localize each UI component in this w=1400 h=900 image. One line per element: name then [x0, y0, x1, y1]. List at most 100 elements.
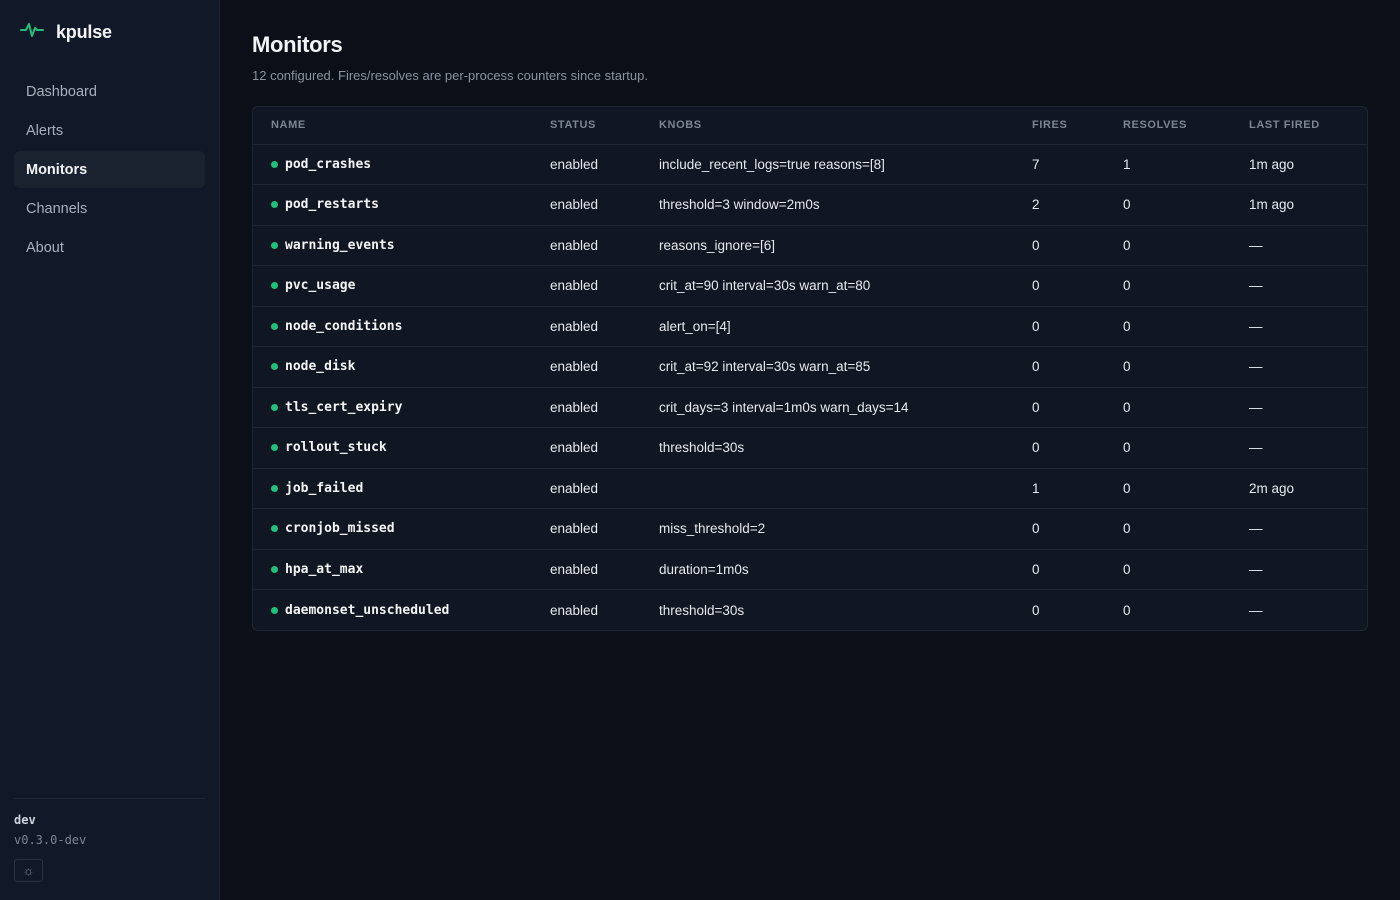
column-header-resolves[interactable]: RESOLVES	[1105, 107, 1231, 145]
sidebar-item-channels[interactable]: Channels	[14, 190, 205, 227]
column-header-status[interactable]: STATUS	[532, 107, 641, 145]
cell-fires: 0	[1014, 346, 1105, 388]
cell-status: enabled	[532, 265, 641, 307]
column-header-last-fired[interactable]: LAST FIRED	[1231, 107, 1367, 145]
cell-name: pod_restarts	[253, 184, 532, 226]
brand[interactable]: kpulse	[0, 0, 219, 64]
monitor-name-label: pvc_usage	[285, 278, 356, 294]
page-title: Monitors	[252, 32, 343, 57]
cell-last-fired: 1m ago	[1231, 144, 1367, 185]
table-row[interactable]: cronjob_missed enabled miss_threshold=2 0 0—	[253, 508, 1367, 550]
cell-resolves: 1	[1105, 144, 1231, 185]
environment-name: dev	[14, 813, 36, 827]
monitor-name: job_failed	[271, 481, 532, 496]
cell-resolves: 0	[1105, 549, 1231, 590]
cell-resolves: 0	[1105, 508, 1231, 550]
status-dot-icon	[271, 201, 278, 209]
cell-last-fired: 1m ago	[1231, 184, 1367, 226]
monitor-name-label: pod_crashes	[285, 156, 372, 172]
sidebar-item-alerts[interactable]: Alerts	[14, 112, 205, 149]
status-dot-icon	[271, 363, 278, 371]
monitor-name-label: rollout_stuck	[285, 440, 387, 456]
table-row[interactable]: node_disk enabled crit_at=92 interval=30s …	[253, 346, 1367, 388]
cell-knobs: crit_days=3 interval=1m0s warn_days=14	[641, 387, 1014, 428]
cell-status: enabled	[532, 225, 641, 266]
cell-name: daemonset_unscheduled	[253, 590, 532, 631]
monitors-table: NAME STATUS KNOBS FIRES RESOLVES LAST FI…	[253, 107, 1367, 631]
table-row[interactable]: warning_events enabled reasons_ignore=[6] 0…	[253, 225, 1367, 266]
sidebar-item-about[interactable]: About	[14, 229, 205, 266]
monitor-name-label: node_conditions	[285, 318, 403, 334]
cell-knobs: duration=1m0s	[641, 549, 1014, 590]
column-header-name[interactable]: NAME	[253, 107, 532, 145]
status-dot-icon	[271, 606, 278, 614]
cell-knobs: crit_at=90 interval=30s warn_at=80	[641, 265, 1014, 307]
monitor-name: warning_events	[271, 238, 532, 253]
cell-resolves: 0	[1105, 468, 1231, 509]
table-header: NAME STATUS KNOBS FIRES RESOLVES LAST FI…	[253, 107, 1367, 145]
cell-fires: 0	[1014, 508, 1105, 550]
cell-last-fired: —	[1231, 549, 1367, 590]
monitor-name-label: cronjob_missed	[285, 521, 395, 537]
cell-resolves: 0	[1105, 265, 1231, 307]
cell-name: warning_events	[253, 225, 532, 266]
pulse-logo-icon	[20, 20, 44, 45]
monitor-name: daemonset_unscheduled	[271, 603, 532, 618]
table-row[interactable]: pvc_usage enabled crit_at=90 interval=30s …	[253, 265, 1367, 307]
sidebar-item-dashboard[interactable]: Dashboard	[14, 73, 205, 110]
cell-knobs: threshold=30s	[641, 427, 1014, 469]
status-dot-icon	[271, 565, 278, 573]
theme-toggle-button[interactable]: ☼	[14, 859, 43, 882]
table-row[interactable]: tls_cert_expiry enabled crit_days=3 interv…	[253, 387, 1367, 428]
table-row[interactable]: rollout_stuck enabled threshold=30s 0 0—	[253, 427, 1367, 469]
monitor-name: hpa_at_max	[271, 562, 532, 577]
column-header-knobs[interactable]: KNOBS	[641, 107, 1014, 145]
sun-icon: ☼	[22, 863, 35, 878]
monitor-name-label: node_disk	[285, 359, 356, 375]
cell-status: enabled	[532, 184, 641, 226]
cell-knobs: crit_at=92 interval=30s warn_at=85	[641, 346, 1014, 388]
cell-knobs: alert_on=[4]	[641, 306, 1014, 347]
cell-status: enabled	[532, 306, 641, 347]
status-dot-icon	[271, 403, 278, 411]
cell-fires: 7	[1014, 144, 1105, 185]
cell-name: node_conditions	[253, 306, 532, 347]
status-dot-icon	[271, 160, 278, 168]
cell-knobs: include_recent_logs=true reasons=[8]	[641, 144, 1014, 185]
cell-last-fired: —	[1249, 602, 1263, 618]
cell-knobs: threshold=3 window=2m0s	[641, 184, 1014, 226]
app-root: kpulse Dashboard Alerts Monitors Channel…	[0, 0, 1400, 900]
cell-status: enabled	[532, 346, 641, 388]
status-dot-icon	[271, 241, 278, 249]
table-row[interactable]: job_failed enabled 1 0 2m ago	[253, 468, 1367, 509]
monitor-name: node_conditions	[271, 319, 532, 334]
table-row[interactable]: daemonset_unscheduled enabled threshold=30…	[253, 590, 1367, 631]
table-row[interactable]: pod_crashes enabled include_recent_logs=tr…	[253, 144, 1367, 185]
cell-status: enabled	[532, 387, 641, 428]
cell-status: enabled	[532, 549, 641, 590]
cell-last-fired: —	[1231, 306, 1367, 347]
cell-name: hpa_at_max	[253, 549, 532, 590]
cell-status: enabled	[532, 468, 641, 509]
monitor-name-label: daemonset_unscheduled	[285, 602, 450, 618]
cell-knobs: threshold=30s	[659, 602, 745, 618]
table-body: pod_crashes enabled include_recent_logs=tr…	[253, 144, 1367, 631]
cell-name: node_disk	[253, 346, 532, 388]
monitor-name: tls_cert_expiry	[271, 400, 532, 415]
sidebar-footer: dev v0.3.0-dev ☼	[14, 798, 205, 882]
cell-fires: 0	[1014, 306, 1105, 347]
cell-resolves: 0	[1105, 184, 1231, 226]
version-label: v0.3.0-dev	[14, 833, 87, 847]
cell-last-fired: —	[1231, 427, 1367, 469]
table-row[interactable]: pod_restarts enabled threshold=3 window=2m…	[253, 184, 1367, 226]
page-subtitle: 12 configured. Fires/resolves are per-pr…	[252, 68, 648, 83]
monitor-name-label: tls_cert_expiry	[285, 399, 403, 415]
cell-last-fired: —	[1231, 508, 1367, 550]
table-row[interactable]: node_conditions enabled alert_on=[4] 0 0—	[253, 306, 1367, 347]
column-header-fires[interactable]: FIRES	[1014, 107, 1105, 145]
cell-last-fired: —	[1231, 225, 1367, 266]
sidebar-item-monitors[interactable]: Monitors	[14, 151, 205, 188]
table-row[interactable]: hpa_at_max enabled duration=1m0s 0 0—	[253, 549, 1367, 590]
cell-fires: 0	[1014, 225, 1105, 266]
sidebar: kpulse Dashboard Alerts Monitors Channel…	[0, 0, 220, 900]
